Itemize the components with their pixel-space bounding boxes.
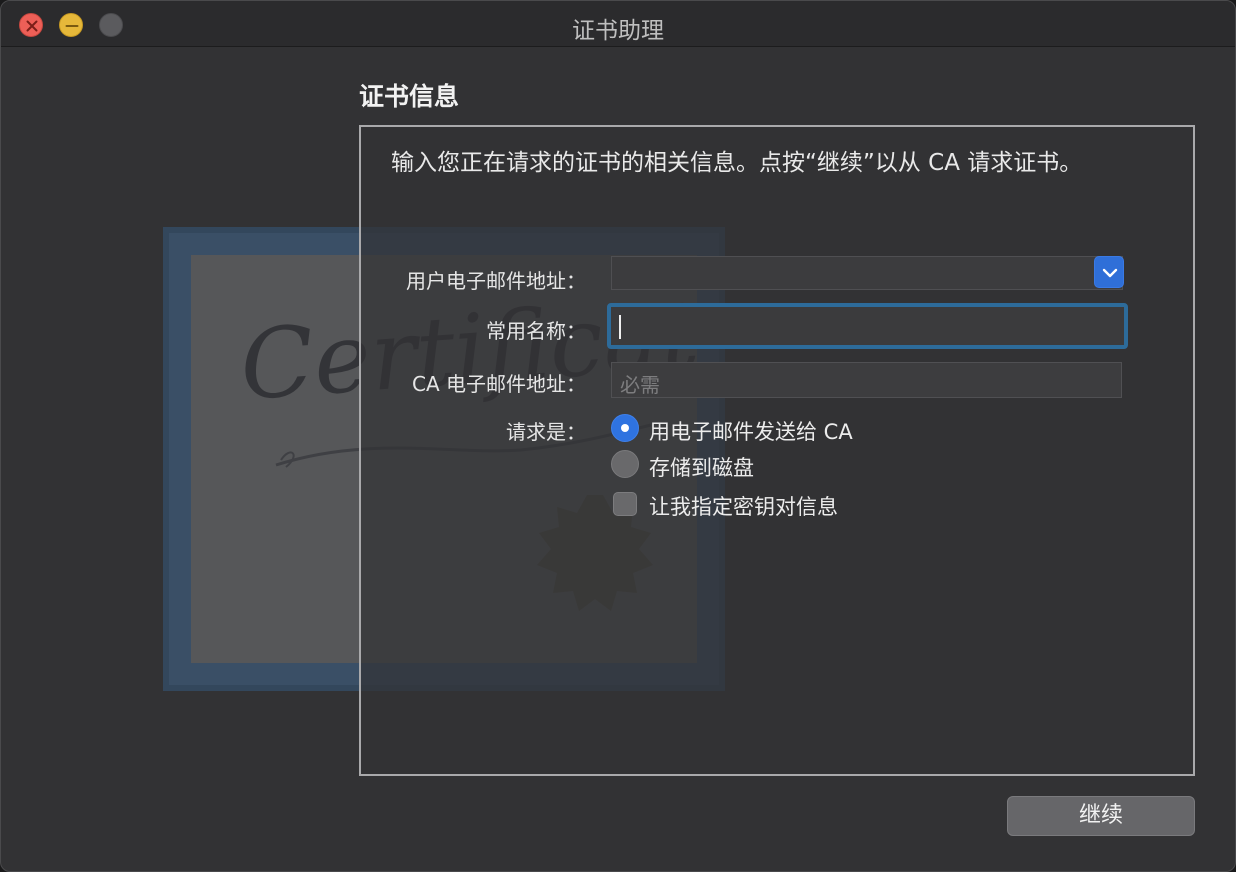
save-to-disk-radio[interactable] [611, 450, 639, 478]
ca-email-input[interactable]: 必需 [611, 362, 1122, 398]
specify-key-pair-label[interactable]: 让我指定密钥对信息 [649, 491, 838, 521]
specify-key-pair-checkbox[interactable] [613, 492, 637, 516]
email-to-ca-radio[interactable] [611, 414, 639, 442]
save-to-disk-label[interactable]: 存储到磁盘 [649, 452, 754, 482]
request-type-label: 请求是： [506, 420, 586, 444]
common-name-input[interactable] [607, 303, 1128, 349]
window-title: 证书助理 [572, 18, 664, 44]
user-email-label: 用户电子邮件地址： [406, 269, 586, 293]
ca-email-label: CA 电子邮件地址： [411, 372, 586, 396]
user-email-dropdown-button[interactable] [1094, 256, 1124, 288]
text-caret [619, 315, 621, 339]
title-bar: 证书助理 [1, 1, 1235, 47]
user-email-combobox[interactable] [611, 256, 1123, 290]
continue-button[interactable]: 继续 [1007, 796, 1195, 836]
chevron-down-icon [1102, 268, 1118, 278]
certificate-assistant-window: 证书助理 Certificate 证书信息 输入您正在请求的证书的相关信息。点按… [0, 0, 1236, 872]
section-title: 证书信息 [359, 82, 460, 111]
email-to-ca-label[interactable]: 用电子邮件发送给 CA [649, 416, 853, 446]
common-name-label: 常用名称： [486, 319, 586, 343]
intro-text: 输入您正在请求的证书的相关信息。点按“继续”以从 CA 请求证书。 [391, 150, 1083, 176]
form-panel [359, 125, 1195, 776]
